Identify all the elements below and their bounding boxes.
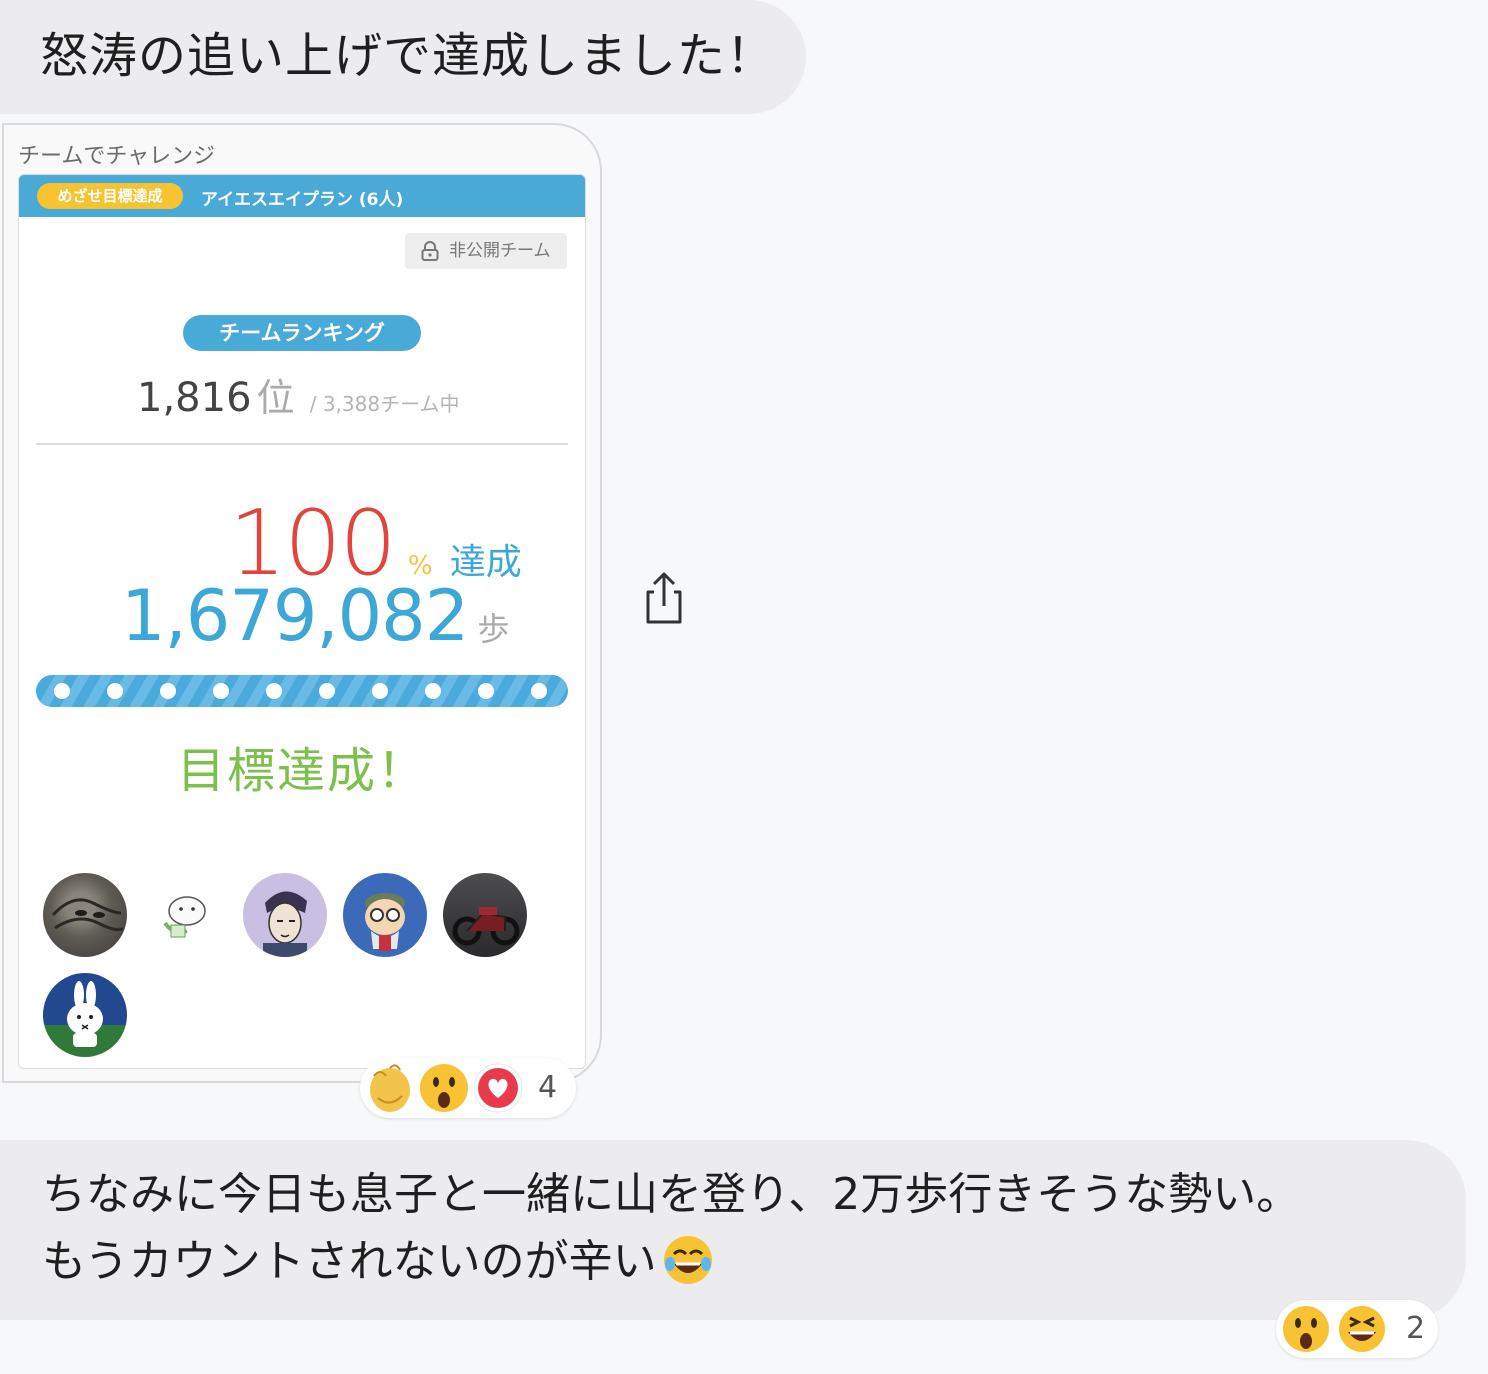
rank-value: 1,816 — [137, 375, 252, 421]
cat-photo — [51, 898, 125, 932]
progress-dot — [372, 683, 388, 699]
goal-achieved-text: 目標達成！ — [176, 743, 427, 799]
clap-emoji — [370, 1064, 410, 1112]
divider — [36, 443, 568, 445]
team-challenge-card[interactable]: めざせ目標達成 アイエスエイプラン (6人) 非公開チーム チームランキング 1… — [18, 174, 586, 1069]
message-text: 怒涛の追い上げで達成しました！ — [40, 28, 776, 84]
progress-dot — [213, 683, 229, 699]
private-team-label: 非公開チーム — [449, 241, 551, 261]
progress-bar — [36, 675, 568, 707]
progress-dot — [531, 683, 547, 699]
motorcycle-photo — [452, 907, 520, 946]
member-avatar-sticker[interactable] — [143, 873, 227, 957]
message-text-line2-wrap: もうカウントされないのが辛い — [42, 1232, 714, 1292]
sticker-character — [163, 896, 206, 938]
private-team-badge: 非公開チーム — [405, 233, 567, 269]
progress-dot — [478, 683, 494, 699]
reactions-bar[interactable]: 2 — [1276, 1300, 1438, 1358]
message-text-line2: もうカウントされないのが辛い — [42, 1236, 657, 1287]
goal-badge: めざせ目標達成 — [37, 183, 183, 209]
rank-unit: 位 — [256, 376, 295, 420]
bunny-character — [67, 981, 103, 1047]
team-name: アイエスエイプラン (6人) — [201, 190, 404, 210]
team-ranking-label: チームランキング — [183, 315, 421, 351]
member-avatar-cartoon[interactable] — [343, 873, 427, 957]
reaction-count: 2 — [1406, 1311, 1426, 1346]
progress-dot — [107, 683, 123, 699]
reaction-count: 4 — [538, 1070, 558, 1105]
reactions-bar[interactable]: 4 — [360, 1058, 576, 1118]
manga-face — [263, 891, 307, 957]
card-source-label: チームでチャレンジ — [18, 144, 216, 169]
lock-icon — [421, 241, 439, 261]
member-avatar-manga[interactable] — [243, 873, 327, 957]
share-icon — [646, 572, 682, 624]
member-avatar-bunny[interactable] — [43, 973, 127, 1057]
surprised-emoji — [420, 1064, 468, 1112]
surprised-emoji — [1283, 1306, 1329, 1352]
message-bubble[interactable]: 怒涛の追い上げで達成しました！ — [0, 0, 806, 114]
step-count: 1,679,082 — [121, 575, 469, 657]
rank-total: / 3,388チーム中 — [309, 392, 460, 416]
progress-dot — [319, 683, 335, 699]
progress-dot — [425, 683, 441, 699]
message-text-line1: ちなみに今日も息子と一緒に山を登り、2万歩行きそうな勢い。 — [42, 1169, 1301, 1220]
member-avatar-motorcycle[interactable] — [443, 873, 527, 957]
progress-dot — [160, 683, 176, 699]
cartoon-old-man — [365, 893, 405, 951]
member-avatar-cat[interactable] — [43, 873, 127, 957]
progress-dot — [266, 683, 282, 699]
steps-line: 1,679,082 歩 — [121, 575, 509, 657]
steps-unit: 歩 — [477, 610, 510, 648]
progress-dot — [54, 683, 70, 699]
crying-laughing-emoji — [663, 1236, 712, 1284]
laughing-emoji — [1339, 1306, 1385, 1352]
card-header: めざせ目標達成 アイエスエイプラン (6人) — [19, 175, 585, 217]
heart-emoji — [473, 1063, 523, 1113]
rank-line: 1,816 位 / 3,388チーム中 — [137, 367, 459, 422]
share-button[interactable] — [640, 570, 688, 628]
